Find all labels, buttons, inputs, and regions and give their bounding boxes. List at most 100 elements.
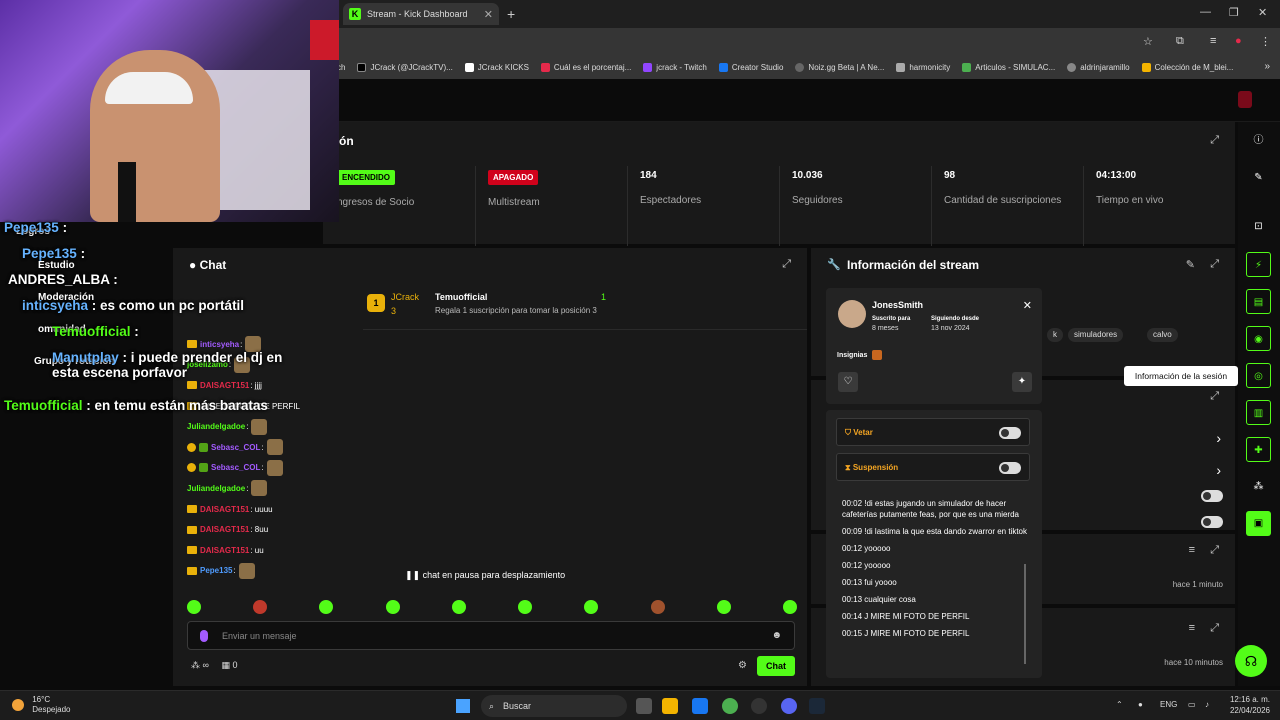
browser-menu-icon[interactable]: ⋮ [1260, 35, 1271, 48]
stat-followers: 10.036 Seguidores [779, 166, 931, 246]
gift-icon[interactable]: ✦ [1012, 372, 1032, 392]
obs-icon[interactable] [751, 698, 767, 714]
browser-tab[interactable]: K Stream - Kick Dashboard ✕ [343, 3, 499, 25]
chat-settings-gear-icon[interactable]: ⚙ [738, 660, 747, 671]
bookmark-label: JCrack (@JCrackTV)... [370, 62, 453, 72]
bookmark-item[interactable]: Articulos - SIMULAC... [962, 62, 1056, 72]
file-explorer-icon[interactable] [662, 698, 678, 714]
emote-icon[interactable] [518, 600, 533, 614]
timeout-text: Suspensión [852, 463, 899, 472]
bookmark-item[interactable]: Creator Studio [718, 62, 783, 72]
toggle-switch[interactable] [1201, 516, 1223, 528]
taskbar-search[interactable]: ⌕ Buscar [481, 695, 627, 717]
chat-paused-notice[interactable]: ❚❚ chat en pausa para desplazamiento [405, 570, 565, 581]
bookmark-item[interactable]: Noiz.gg Beta | A Ne... [795, 62, 884, 72]
tab-close-icon[interactable]: ✕ [484, 8, 493, 21]
new-tab-icon[interactable]: + [507, 6, 515, 22]
wrench-icon[interactable]: ✚ [1246, 437, 1271, 462]
info-icon[interactable]: ⓘ [1246, 128, 1271, 153]
popout-icon[interactable]: ⤢ [1210, 258, 1219, 271]
ban-toggle[interactable] [999, 427, 1021, 439]
filter-icon[interactable]: ≡ [1189, 622, 1195, 634]
pinned-user: Temuofficial [435, 292, 488, 302]
focus-icon[interactable]: ⊡ [1246, 214, 1271, 239]
bookmark-item[interactable]: JCrack (@JCrackTV)... [357, 62, 453, 72]
edit-pencil-icon[interactable]: ✎ [1186, 258, 1195, 271]
emote-icon[interactable] [650, 600, 665, 614]
windows-start-icon[interactable] [456, 699, 470, 713]
tray-chevron-icon[interactable]: ⌃ [1116, 700, 1123, 709]
bookmark-item[interactable]: Colección de M_blei... [1141, 62, 1233, 72]
status-badge: ENCENDIDO [337, 170, 396, 185]
filter-icon[interactable]: ≡ [1189, 544, 1195, 556]
document-icon[interactable]: ▤ [1246, 289, 1271, 314]
popout-icon[interactable]: ⤢ [1210, 544, 1219, 557]
timeout-row: ⧗ Suspensión [836, 453, 1030, 481]
emoji-icon[interactable]: ☻ [771, 630, 782, 641]
stat-subscriptions: 98 Cantidad de suscripciones [931, 166, 1083, 246]
bookmark-item[interactable]: JCrack KICKS [464, 62, 529, 72]
app-icon[interactable]: ▣ [1246, 511, 1271, 536]
emote-icon[interactable] [451, 600, 466, 614]
bookmark-item[interactable]: aldrinjaramillo [1067, 62, 1130, 72]
profile-icon[interactable]: ● [1235, 35, 1242, 47]
pinned-leaderboard[interactable]: 1 JCrack 3 Temuofficial Regala 1 suscrip… [363, 288, 807, 330]
share-icon[interactable]: ⁂ [1246, 474, 1271, 499]
toggle-switch[interactable] [1201, 490, 1223, 502]
steam-icon[interactable] [809, 698, 825, 714]
chrome-icon[interactable] [722, 698, 738, 714]
taskbar-clock[interactable]: 12:16 a. m. 22/04/2026 [1230, 694, 1270, 716]
task-view-icon[interactable] [636, 698, 652, 714]
bookmark-item[interactable]: harmonicity [896, 62, 950, 72]
support-headset-icon[interactable]: ☊ [1235, 645, 1267, 677]
emote-icon[interactable] [584, 600, 599, 614]
chevron-right-icon[interactable]: › [1216, 430, 1221, 446]
subscribed-label: Suscrito para [872, 316, 911, 322]
bookmark-star-icon[interactable]: ☆ [1143, 35, 1153, 48]
edit-icon[interactable]: ✎ [1246, 165, 1271, 190]
language-indicator[interactable]: ENG [1160, 700, 1177, 709]
overlay-text: : [62, 220, 68, 235]
bookmark-item[interactable]: Cuál es el porcentaj... [540, 62, 631, 72]
pinned-desc: Regala 1 suscripción para tomar la posic… [435, 306, 597, 315]
tray-mic-icon[interactable]: ● [1138, 700, 1143, 709]
account-avatar[interactable] [1238, 91, 1252, 108]
log-scrollbar[interactable] [1024, 564, 1026, 664]
discord-icon[interactable] [781, 698, 797, 714]
bookmark-item[interactable]: jcrack - Twitch [643, 62, 707, 72]
stream-tag[interactable]: calvo [1147, 328, 1178, 342]
bolt-icon[interactable]: ⚡ [1246, 252, 1271, 277]
stream-tag[interactable]: simuladores [1068, 328, 1124, 342]
ban-text: Vetar [853, 428, 873, 437]
popout-icon[interactable]: ⤢ [782, 258, 791, 271]
chevron-right-icon[interactable]: › [1216, 462, 1221, 478]
stream-tag[interactable]: k [1047, 328, 1063, 342]
weather-widget[interactable]: 16°C Despejado [12, 695, 70, 715]
minimize-icon[interactable]: — [1200, 6, 1211, 18]
close-icon[interactable]: ✕ [1023, 299, 1032, 312]
playlist-icon[interactable]: ≡ [1210, 35, 1216, 47]
overlay-line: Temuofficial : en temu están más baratas [4, 398, 284, 413]
volume-icon[interactable]: ♪ [1205, 700, 1209, 709]
timeout-toggle[interactable] [999, 462, 1021, 474]
bookmarks-more-icon[interactable]: » [1264, 61, 1270, 72]
window-close-icon[interactable]: ✕ [1258, 6, 1267, 19]
layout-icon[interactable]: ▥ [1246, 400, 1271, 425]
session-info-icon[interactable]: ◎ [1246, 363, 1271, 388]
maximize-icon[interactable]: ❐ [1229, 6, 1239, 19]
extensions-icon[interactable]: ⧉ [1176, 35, 1184, 48]
popout-icon[interactable]: ⤢ [1210, 134, 1219, 147]
bookmark-label: Articulos - SIMULAC... [975, 62, 1056, 72]
stat-label: ngresos de Socio [337, 197, 415, 208]
outlook-icon[interactable] [692, 698, 708, 714]
chat-send-button[interactable]: Chat [757, 656, 795, 676]
popout-icon[interactable]: ⤢ [1210, 622, 1219, 635]
network-icon[interactable]: ▭ [1188, 700, 1196, 709]
emote-icon[interactable] [385, 600, 400, 614]
popout-icon[interactable]: ⤢ [1210, 390, 1219, 403]
heart-icon[interactable]: ♡ [838, 372, 858, 392]
emote-icon[interactable] [782, 600, 797, 614]
status-badge: APAGADO [488, 170, 539, 185]
emote-icon[interactable] [716, 600, 731, 614]
chat-bubble-icon[interactable]: ◉ [1246, 326, 1271, 351]
